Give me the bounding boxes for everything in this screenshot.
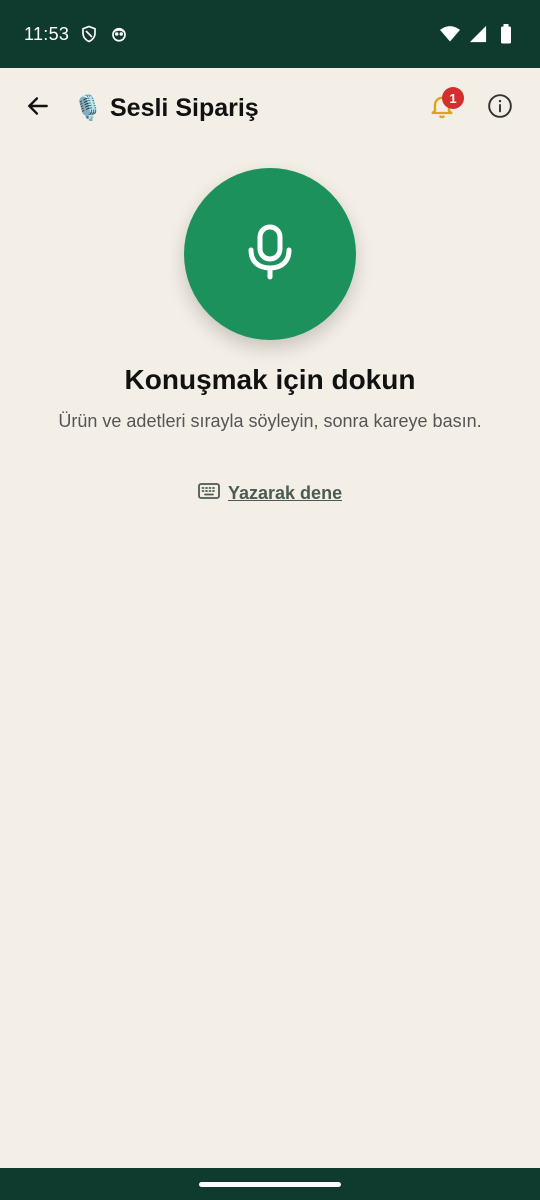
info-icon <box>487 93 513 124</box>
shield-icon <box>79 24 99 44</box>
cat-face-icon <box>109 24 129 44</box>
microphone-emoji-icon: 🎙️ <box>73 94 103 122</box>
notification-badge: 1 <box>442 87 464 109</box>
status-bar: 11:53 <box>0 0 540 68</box>
keyboard-icon <box>198 482 220 504</box>
home-indicator[interactable] <box>199 1182 341 1187</box>
signal-icon <box>468 24 488 44</box>
instruction-text: Ürün ve adetleri sırayla söyleyin, sonra… <box>58 411 482 431</box>
status-time: 11:53 <box>24 23 70 44</box>
microphone-icon <box>247 224 293 285</box>
app-bar: 🎙️ Sesli Sipariş <box>0 68 540 148</box>
status-right <box>440 24 516 44</box>
mic-button[interactable] <box>184 168 356 340</box>
headline: Konuşmak için dokun <box>124 364 416 395</box>
status-left: 11:53 <box>24 24 129 45</box>
navigation-bar <box>0 1168 540 1200</box>
type-instead-label: Yazarak dene <box>228 482 343 503</box>
back-arrow-icon <box>25 93 51 124</box>
back-button[interactable] <box>18 88 58 128</box>
info-button[interactable] <box>480 88 520 128</box>
battery-icon <box>496 24 516 44</box>
page-title-text: Sesli Sipariş <box>110 93 259 122</box>
page-title: 🎙️ Sesli Sipariş <box>73 88 259 128</box>
wifi-icon <box>440 24 460 44</box>
type-instead-link[interactable]: Yazarak dene <box>198 478 342 508</box>
